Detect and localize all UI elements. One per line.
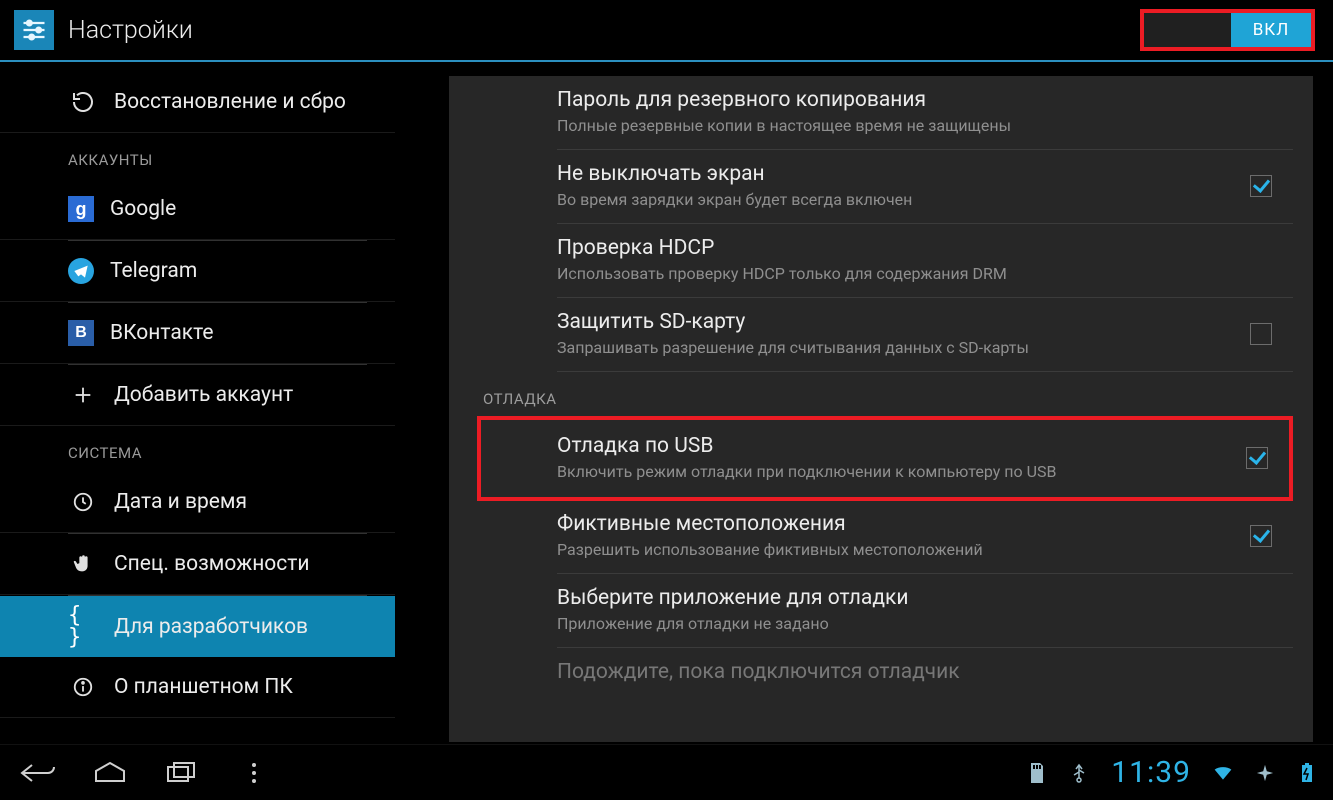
sidebar-item-label: Google xyxy=(110,197,176,221)
row-subtitle: Полные резервные копии в настоящее время… xyxy=(557,116,1293,135)
page-title: Настройки xyxy=(68,16,193,45)
sidebar-item-label: Спец. возможности xyxy=(114,552,310,576)
row-title: Проверка HDCP xyxy=(557,236,1293,260)
checkbox-unchecked-icon[interactable] xyxy=(1250,323,1272,345)
row-subtitle: Во время зарядки экран будет всегда вклю… xyxy=(557,190,1237,209)
sidebar-section-accounts: АККАУНТЫ xyxy=(0,133,395,179)
row-subtitle: Включить режим отладки при подключении к… xyxy=(557,462,1233,481)
row-backup-password[interactable]: Пароль для резервного копирования Полные… xyxy=(557,76,1293,150)
sidebar-item-label: Telegram xyxy=(110,259,197,283)
back-button[interactable] xyxy=(16,755,60,791)
checkbox-checked-icon[interactable] xyxy=(1246,447,1268,469)
section-debug-header: ОТЛАДКА xyxy=(449,372,1293,416)
vk-icon: B xyxy=(68,320,94,346)
clock-icon xyxy=(68,487,98,517)
telegram-icon xyxy=(68,258,94,284)
recent-apps-button[interactable] xyxy=(160,755,204,791)
row-stay-awake[interactable]: Не выключать экран Во время зарядки экра… xyxy=(557,150,1293,224)
settings-sidebar: Восстановление и сбро АККАУНТЫ g Google … xyxy=(0,62,395,742)
sidebar-item-label: Добавить аккаунт xyxy=(114,383,293,407)
developer-master-switch[interactable]: ВКЛ xyxy=(1140,9,1315,51)
usb-icon[interactable] xyxy=(1069,763,1089,783)
sidebar-item-label: ВКонтакте xyxy=(110,321,214,345)
home-button[interactable] xyxy=(88,755,132,791)
row-subtitle: Использовать проверку HDCP только для со… xyxy=(557,264,1293,283)
sidebar-item-google[interactable]: g Google xyxy=(0,179,395,240)
wifi-icon[interactable] xyxy=(1213,763,1233,783)
braces-icon: { } xyxy=(68,612,98,642)
developer-options-panel: Пароль для резервного копирования Полные… xyxy=(449,76,1313,742)
sidebar-section-system: СИСТЕМА xyxy=(0,426,395,472)
row-subtitle: Запрашивать разрешение для считывания да… xyxy=(557,338,1237,357)
row-title: Фиктивные местоположения xyxy=(557,512,1237,536)
row-title: Пароль для резервного копирования xyxy=(557,88,1293,112)
row-hdcp[interactable]: Проверка HDCP Использовать проверку HDCP… xyxy=(557,224,1293,298)
sd-card-icon[interactable] xyxy=(1027,763,1047,783)
row-subtitle: Разрешить использование фиктивных местоп… xyxy=(557,540,1237,559)
hand-icon xyxy=(68,549,98,579)
sidebar-item-vk[interactable]: B ВКонтакте xyxy=(0,303,395,364)
sidebar-item-add-account[interactable]: Добавить аккаунт xyxy=(0,365,395,426)
row-title: Защитить SD-карту xyxy=(557,310,1237,334)
restore-icon xyxy=(68,87,98,117)
main-area: Восстановление и сбро АККАУНТЫ g Google … xyxy=(0,62,1333,742)
sidebar-item-label: Для разработчиков xyxy=(114,615,308,639)
sidebar-item-date-time[interactable]: Дата и время xyxy=(0,472,395,533)
action-bar: Настройки ВКЛ xyxy=(0,0,1333,62)
sidebar-item-label: О планшетном ПК xyxy=(114,675,293,699)
sidebar-item-label: Восстановление и сбро xyxy=(114,90,346,114)
battery-charging-icon[interactable] xyxy=(1297,763,1317,783)
sidebar-item-telegram[interactable]: Telegram xyxy=(0,241,395,302)
row-title: Не выключать экран xyxy=(557,162,1237,186)
info-icon xyxy=(68,672,98,702)
switch-off-region[interactable] xyxy=(1144,13,1231,47)
row-protect-sd[interactable]: Защитить SD-карту Запрашивать разрешение… xyxy=(557,298,1293,372)
sidebar-item-about[interactable]: О планшетном ПК xyxy=(0,657,395,718)
navigation-bar: 11:39 xyxy=(0,744,1333,800)
sidebar-item-backup-reset[interactable]: Восстановление и сбро xyxy=(0,72,395,133)
plus-icon xyxy=(68,380,98,410)
checkbox-checked-icon[interactable] xyxy=(1250,175,1272,197)
row-usb-debugging[interactable]: Отладка по USB Включить режим отладки пр… xyxy=(477,416,1293,501)
row-title: Выберите приложение для отладки xyxy=(557,586,1293,610)
status-clock[interactable]: 11:39 xyxy=(1111,755,1191,790)
menu-button[interactable] xyxy=(232,755,276,791)
checkbox-checked-icon[interactable] xyxy=(1250,525,1272,547)
row-title: Подождите, пока подключится отладчик xyxy=(557,660,1293,684)
sidebar-item-accessibility[interactable]: Спец. возможности xyxy=(0,534,395,595)
switch-on-region[interactable]: ВКЛ xyxy=(1231,13,1311,47)
row-select-debug-app[interactable]: Выберите приложение для отладки Приложен… xyxy=(557,574,1293,648)
settings-icon xyxy=(14,10,54,50)
airplane-mode-icon[interactable] xyxy=(1255,763,1275,783)
row-mock-locations[interactable]: Фиктивные местоположения Разрешить испол… xyxy=(557,500,1293,574)
row-subtitle: Приложение для отладки не задано xyxy=(557,614,1293,633)
sidebar-item-developer[interactable]: { } Для разработчиков xyxy=(0,596,395,657)
google-icon: g xyxy=(68,196,94,222)
row-wait-debugger: Подождите, пока подключится отладчик xyxy=(557,648,1293,702)
sidebar-item-label: Дата и время xyxy=(114,490,247,514)
row-title: Отладка по USB xyxy=(557,434,1233,458)
